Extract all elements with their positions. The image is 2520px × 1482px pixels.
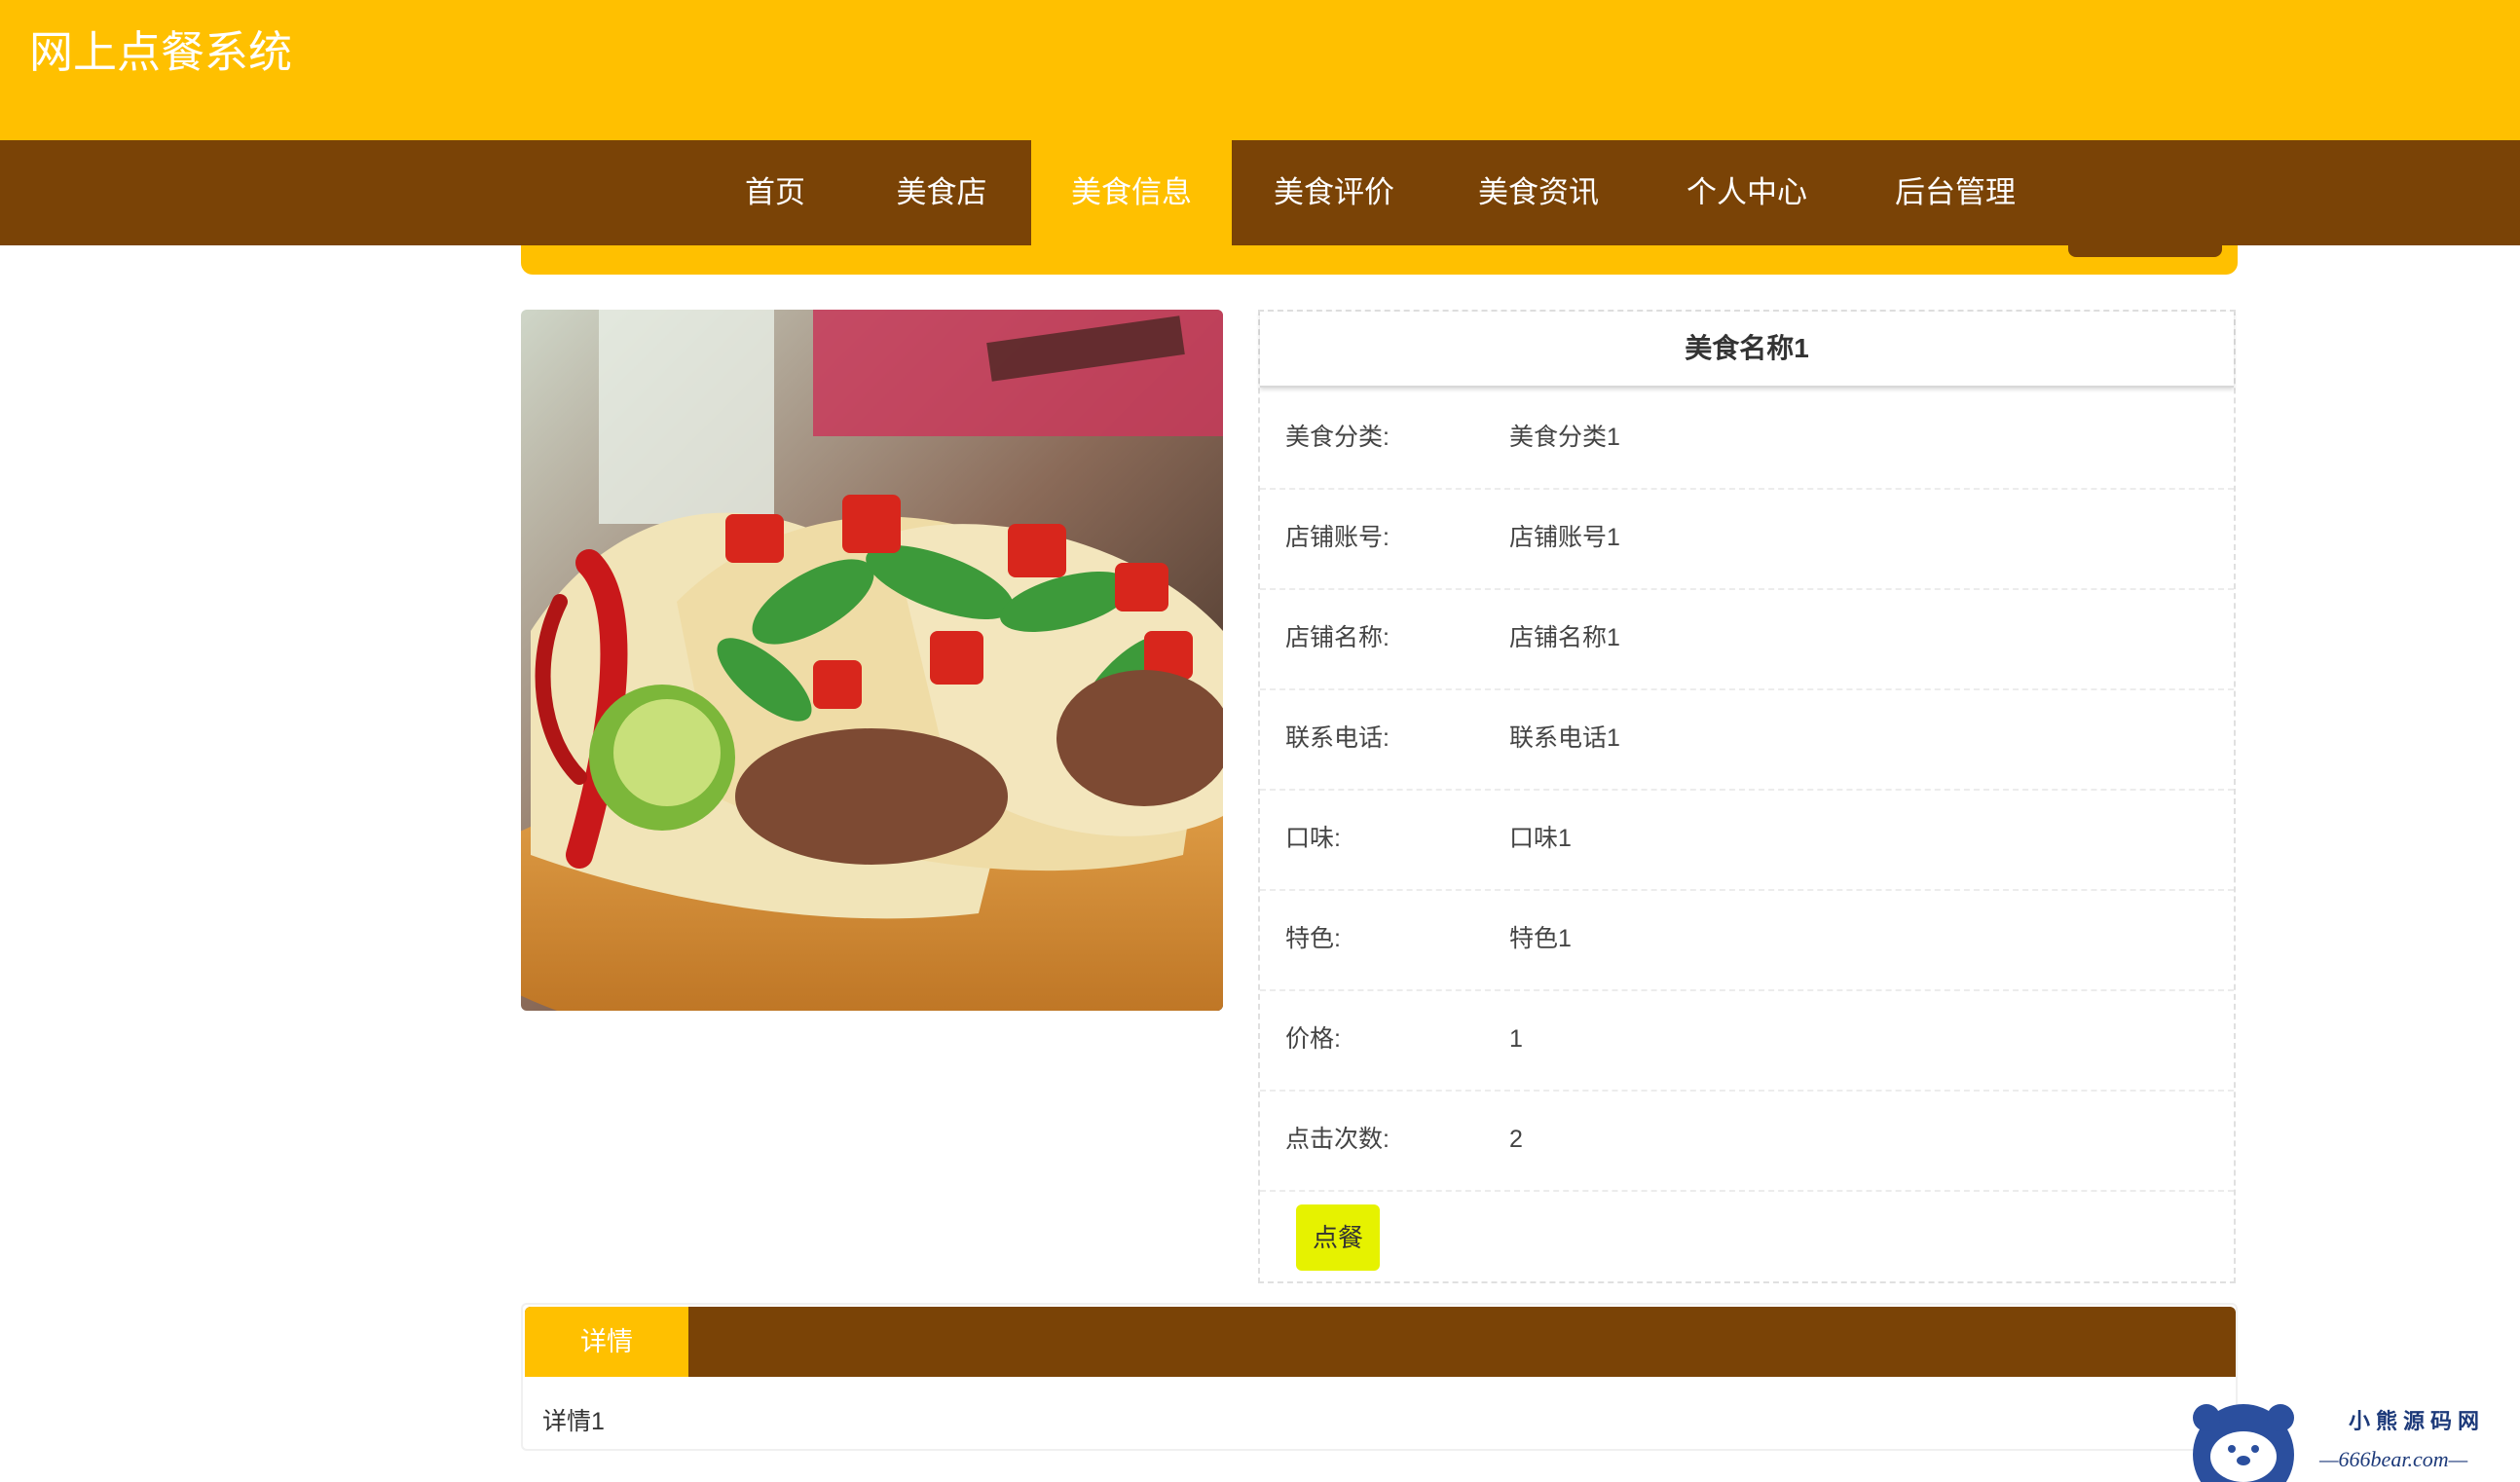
nav-item-home[interactable]: 首页 (717, 140, 834, 245)
info-label: 特色: (1285, 925, 1341, 952)
info-value: 店铺账号1 (1509, 524, 1620, 551)
site-title: 网上点餐系统 (29, 27, 293, 77)
food-image (521, 310, 1223, 1011)
nav-item-admin[interactable]: 后台管理 (1877, 140, 2033, 245)
nav-item-restaurants[interactable]: 美食店 (876, 140, 1007, 245)
main-nav: 首页 美食店 美食信息 美食评价 美食资讯 个人中心 后台管理 (0, 140, 2520, 245)
detail-content: 详情1 (542, 1408, 605, 1435)
info-row-price: 价格: 1 (1260, 989, 2234, 1092)
info-label: 店铺名称: (1285, 624, 1390, 651)
info-label: 口味: (1285, 825, 1341, 852)
tab-detail[interactable]: 详情 (525, 1307, 688, 1377)
info-row-category: 美食分类: 美食分类1 (1260, 388, 2234, 490)
info-value: 联系电话1 (1509, 724, 1620, 752)
info-row-phone: 联系电话: 联系电话1 (1260, 688, 2234, 791)
watermark-title: 小熊源码网 (2349, 1409, 2486, 1433)
watermark-url: —666bear.com— (2319, 1447, 2468, 1471)
info-row-shop-name: 店铺名称: 店铺名称1 (1260, 588, 2234, 690)
food-info-panel: 美食名称1 美食分类: 美食分类1 店铺账号: 店铺账号1 店铺名称: 店铺名称… (1258, 310, 2236, 1283)
nav-item-personal-center[interactable]: 个人中心 (1669, 140, 1825, 245)
info-value: 口味1 (1509, 825, 1572, 852)
info-label: 美食分类: (1285, 424, 1390, 451)
info-row-shop-account: 店铺账号: 店铺账号1 (1260, 488, 2234, 590)
info-row-taste: 口味: 口味1 (1260, 789, 2234, 891)
info-value: 特色1 (1509, 925, 1572, 952)
info-value: 店铺名称1 (1509, 624, 1620, 651)
info-value: 2 (1509, 1126, 1523, 1153)
info-label: 店铺账号: (1285, 524, 1390, 551)
order-button[interactable]: 点餐 (1296, 1204, 1380, 1271)
info-row-click-count: 点击次数: 2 (1260, 1090, 2234, 1192)
info-value: 美食分类1 (1509, 424, 1620, 451)
nav-item-food-reviews[interactable]: 美食评价 (1256, 140, 1412, 245)
info-value: 1 (1509, 1025, 1523, 1053)
decorative-strip-tab (2068, 245, 2222, 257)
bear-logo-icon (2193, 1404, 2294, 1482)
info-label: 价格: (1285, 1025, 1341, 1053)
info-label: 点击次数: (1285, 1126, 1390, 1153)
food-name-heading: 美食名称1 (1260, 312, 2234, 388)
detail-panel: 详情 详情1 (521, 1303, 2238, 1451)
info-label: 联系电话: (1285, 724, 1390, 752)
nav-item-food-news[interactable]: 美食资讯 (1461, 140, 1616, 245)
info-row-feature: 特色: 特色1 (1260, 889, 2234, 991)
decorative-strip (521, 245, 2238, 275)
detail-tab-bar: 详情 (525, 1307, 2236, 1377)
header-bar: 网上点餐系统 (0, 0, 2520, 140)
nav-item-food-info[interactable]: 美食信息 (1031, 140, 1232, 245)
